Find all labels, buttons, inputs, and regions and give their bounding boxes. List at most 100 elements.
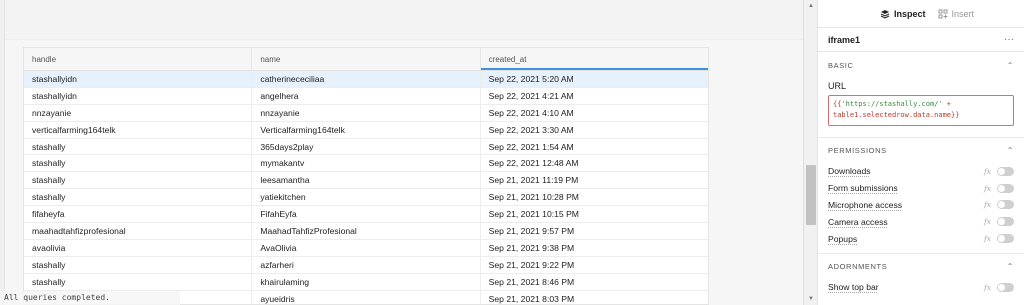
setting-label-downloads: Downloads [828, 166, 871, 177]
table-cell-name: 365days2play [252, 138, 481, 155]
setting-label-popups: Popups [828, 233, 858, 244]
setting-row-show-top-bar: Show top bar fx [818, 279, 1024, 296]
table-cell-handle: stashally [24, 189, 253, 206]
table-row[interactable]: stashally yatiekitchen Sep 21, 2021 10:28 … [24, 189, 708, 207]
setting-label-microphone-access: Microphone access [828, 199, 903, 210]
setting-label-form-submissions: Form submissions [828, 183, 898, 194]
vertical-scrollbar[interactable]: ▲ ▼ [803, 0, 817, 305]
section-permissions-title: PERMISSIONS [828, 146, 887, 155]
component-name[interactable]: iframe1 [828, 35, 860, 45]
table-cell-created-at: Sep 21, 2021 10:28 PM [488, 192, 579, 203]
tab-insert[interactable]: Insert [938, 0, 975, 27]
table-cell-created-at: Sep 21, 2021 8:03 PM [488, 293, 575, 304]
table-cell-name: nnzayanie [252, 104, 481, 121]
table-cell-handle: avaolivia [24, 239, 253, 256]
tab-inspect[interactable]: Inspect [880, 0, 926, 27]
setting-row-downloads: Downloads fx [818, 163, 1024, 180]
table1[interactable]: handle name created_at stashallyidn cathe… [23, 47, 709, 305]
toggle-microphone-access[interactable] [997, 200, 1014, 210]
setting-row-popups: Popups fx [818, 230, 1024, 247]
permissions-list: Downloads fx Form submissions fx Microphone … [818, 163, 1024, 247]
scroll-down-arrow-icon[interactable]: ▼ [804, 293, 818, 305]
section-adornments-title: ADORNMENTS [828, 261, 888, 271]
table-cell-name: angelhera [252, 87, 481, 104]
column-header-handle[interactable]: handle [24, 48, 253, 70]
column-header-name[interactable]: name [252, 48, 481, 70]
table-cell-name: azfarheri [252, 256, 481, 273]
table-cell-handle: nnzayanie [24, 104, 253, 121]
table-cell-handle: maahadtahfizprofesional [24, 223, 253, 239]
table-cell-name: yatiekitchen [252, 189, 481, 206]
fx-icon[interactable]: fx [984, 200, 991, 209]
fx-icon[interactable]: fx [984, 167, 991, 176]
table-cell-created-at: Sep 22, 2021 1:54 AM [488, 141, 574, 152]
table-row[interactable]: stashally leesamantha Sep 21, 2021 11:19 P… [24, 172, 708, 190]
table-cell-created-at: Sep 22, 2021 12:48 AM [488, 158, 579, 169]
chevron-up-icon: ⌃ [1006, 146, 1014, 155]
table-cell-handle: stashally [24, 138, 253, 155]
scroll-up-arrow-icon[interactable]: ▲ [804, 0, 818, 12]
table-cell-name: FifahEyfa [252, 206, 481, 223]
fx-icon[interactable]: fx [984, 234, 991, 243]
table-row[interactable]: stashally 365days2play Sep 22, 2021 1:54 A… [24, 138, 708, 156]
status-bar-text: All queries completed. [0, 291, 180, 305]
url-code-input[interactable]: {{'https://stashally.com/' + table1.sele… [828, 95, 1014, 126]
scroll-thumb[interactable] [806, 165, 816, 225]
section-basic-title: BASIC [828, 60, 854, 70]
table-cell-handle: verticalfarming164telk [24, 121, 253, 138]
component-header: iframe1 ··· [818, 28, 1024, 52]
toggle-camera-access[interactable] [997, 217, 1014, 227]
table-cell-name: khairulaming [252, 273, 481, 290]
column-header-created-at[interactable]: created_at [480, 48, 708, 70]
setting-row-camera-access: Camera access fx [818, 213, 1024, 230]
grid-plus-icon [938, 9, 948, 18]
section-adornments-header[interactable]: ADORNMENTS ⌃ [818, 252, 1024, 279]
inspector-tabs: Inspect Insert [818, 0, 1024, 28]
app-canvas: handle name created_at stashallyidn cathe… [0, 0, 803, 305]
table-cell-created-at: Sep 21, 2021 9:22 PM [488, 259, 575, 270]
tab-insert-label: Insert [951, 8, 975, 19]
canvas-header-band [0, 0, 803, 40]
section-basic-header[interactable]: BASIC ⌃ [818, 52, 1024, 78]
toggle-popups[interactable] [997, 234, 1014, 244]
toggle-show-top-bar[interactable] [997, 282, 1014, 292]
table-cell-created-at: Sep 21, 2021 8:46 PM [488, 276, 575, 287]
table-cell-handle: stashally [24, 256, 253, 273]
table-cell-created-at: Sep 21, 2021 10:15 PM [488, 209, 579, 220]
setting-row-form-submissions: Form submissions fx [818, 180, 1024, 197]
table-row[interactable]: fifaheyfa FifahEyfa Sep 21, 2021 10:15 PM [24, 206, 708, 224]
setting-label-show-top-bar: Show top bar [828, 282, 879, 293]
table-cell-name: catherinececiliaa [252, 71, 481, 87]
table-row[interactable]: stashallyidn catherinececiliaa Sep 22, 202… [24, 71, 708, 88]
toggle-downloads[interactable] [997, 166, 1014, 176]
table-cell-handle: stashallyidn [24, 71, 253, 87]
adornments-list: Show top bar fx [818, 279, 1024, 296]
code-identifier: table1.selectedrow.data.name [833, 111, 952, 119]
table-row[interactable]: stashally mymakantv Sep 22, 2021 12:48 AM [24, 155, 708, 173]
table-row[interactable]: verticalfarming164telk Verticalfarming164… [24, 121, 708, 139]
table-row[interactable]: stashally khairulaming Sep 21, 2021 8:46 P… [24, 273, 708, 291]
table-row[interactable]: maahadtahfizprofesional MaahadTahfizProfe… [24, 223, 708, 240]
table-cell-created-at: Sep 22, 2021 3:30 AM [488, 124, 574, 135]
table-cell-created-at: Sep 22, 2021 4:10 AM [488, 107, 574, 118]
fx-icon[interactable]: fx [984, 217, 991, 226]
table-cell-created-at: Sep 21, 2021 11:19 PM [488, 175, 579, 186]
table-cell-handle: stashallyidn [24, 87, 253, 104]
fx-icon[interactable]: fx [984, 283, 991, 292]
more-options-icon[interactable]: ··· [1004, 34, 1014, 45]
table-cell-name: leesamantha [252, 172, 481, 189]
section-permissions-header[interactable]: PERMISSIONS ⌃ [818, 137, 1024, 163]
chevron-up-icon: ⌃ [1006, 60, 1014, 70]
url-label: URL [828, 81, 847, 91]
table-cell-name: ayueidris [252, 290, 481, 304]
tab-inspect-label: Inspect [894, 8, 926, 19]
table-row[interactable]: avaolivia AvaOlivia Sep 21, 2021 9:38 PM [24, 239, 708, 257]
toggle-form-submissions[interactable] [997, 183, 1014, 193]
fx-icon[interactable]: fx [984, 184, 991, 193]
table-cell-created-at: Sep 21, 2021 9:57 PM [488, 226, 575, 237]
table-row[interactable]: nnzayanie nnzayanie Sep 22, 2021 4:10 AM [24, 104, 708, 122]
table-row[interactable]: stashallyidn angelhera Sep 22, 2021 4:21 A… [24, 87, 708, 105]
table-cell-handle: stashally [24, 172, 253, 189]
table-row[interactable]: stashally azfarheri Sep 21, 2021 9:22 PM [24, 256, 708, 274]
table-cell-name: MaahadTahfizProfesional [252, 223, 481, 239]
